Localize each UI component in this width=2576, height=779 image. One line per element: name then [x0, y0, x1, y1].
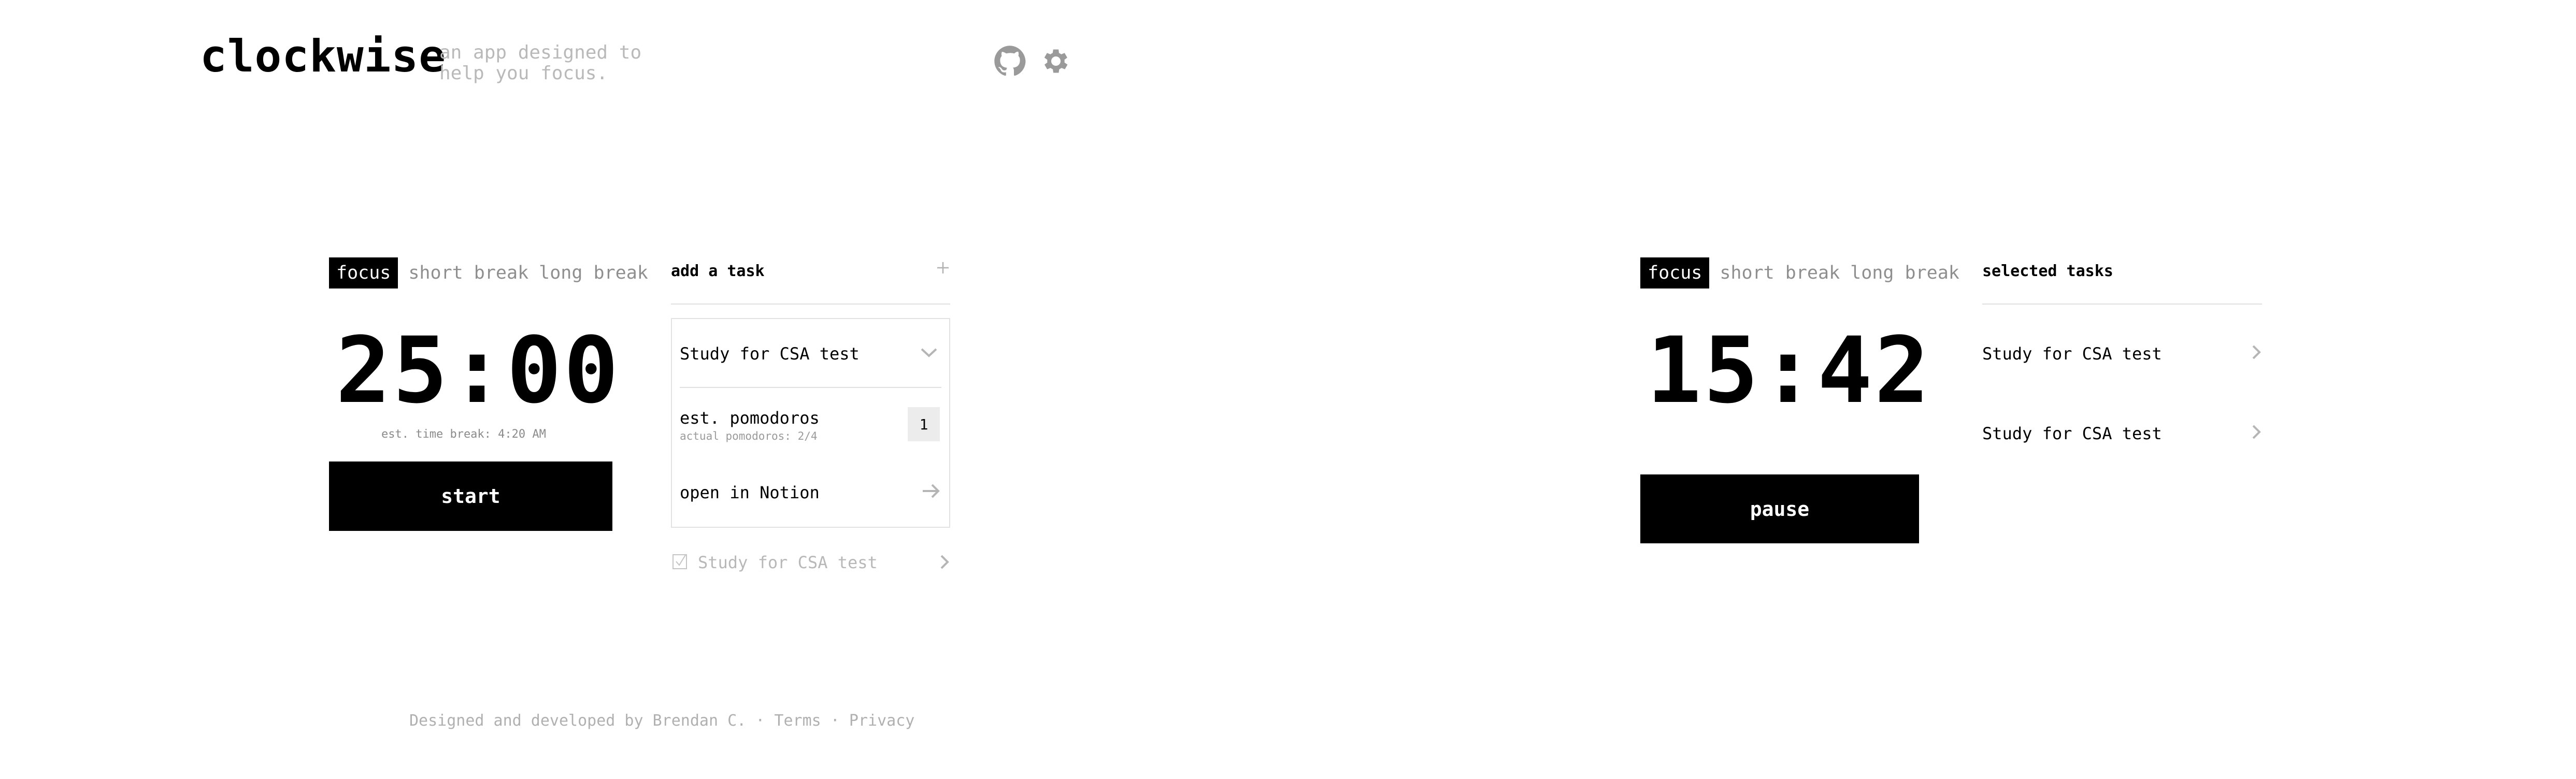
task-card: Study for CSA test est. pomodoros actual… [671, 318, 950, 528]
footer: Designed and developed by Brendan C. · T… [409, 712, 914, 730]
tab-short-break[interactable]: short break [408, 257, 528, 288]
selected-task-item[interactable]: Study for CSA test [1982, 424, 2162, 443]
mode-tabs-right: focus short break long break [1640, 257, 1959, 288]
est-pomodoros-label: est. pomodoros [680, 408, 820, 428]
app-logo: clockwise [200, 31, 446, 82]
footer-separator: · [755, 712, 765, 730]
open-in-notion-link[interactable]: open in Notion [680, 483, 820, 502]
chevron-right-icon[interactable] [2251, 423, 2262, 441]
tab-focus[interactable]: focus [329, 257, 398, 288]
est-break-time: est. time break: 4:20 AM [381, 428, 546, 441]
selected-task-item[interactable]: Study for CSA test [1982, 344, 2162, 364]
chevron-right-icon[interactable] [2251, 343, 2262, 361]
chevron-right-icon[interactable] [939, 553, 950, 571]
divider [671, 304, 950, 305]
footer-credit: Designed and developed by Brendan C. [409, 712, 747, 730]
tab-long-break[interactable]: long break [539, 257, 648, 288]
completed-task[interactable]: Study for CSA test [698, 553, 878, 572]
footer-separator: · [830, 712, 840, 730]
tab-long-break[interactable]: long break [1850, 257, 1959, 288]
panel-title: add a task [671, 262, 765, 280]
timer-display: 15:42 [1647, 318, 1931, 424]
mode-tabs: focus short break long break [329, 257, 648, 288]
tab-focus[interactable]: focus [1640, 257, 1710, 288]
pause-button[interactable]: pause [1640, 474, 1919, 543]
privacy-link[interactable]: Privacy [849, 712, 914, 730]
divider [1982, 304, 2262, 305]
task-name[interactable]: Study for CSA test [680, 344, 860, 364]
timer-display: 25:00 [336, 318, 621, 424]
est-pomodoros-input[interactable]: 1 [908, 407, 940, 441]
plus-icon[interactable] [936, 261, 950, 275]
card-divider [680, 387, 941, 388]
chevron-down-icon[interactable] [920, 346, 938, 358]
tagline: an app designed to help you focus. [439, 42, 642, 84]
actual-pomodoros: actual pomodoros: 2/4 [680, 430, 818, 442]
selected-tasks-title: selected tasks [1982, 262, 2113, 280]
start-button[interactable]: start [329, 461, 612, 531]
terms-link[interactable]: Terms [774, 712, 821, 730]
github-icon[interactable] [994, 45, 1026, 77]
arrow-right-icon[interactable] [921, 482, 941, 500]
gear-icon[interactable] [1040, 45, 1072, 77]
checkbox-icon[interactable] [672, 553, 689, 570]
tab-short-break[interactable]: short break [1720, 257, 1840, 288]
